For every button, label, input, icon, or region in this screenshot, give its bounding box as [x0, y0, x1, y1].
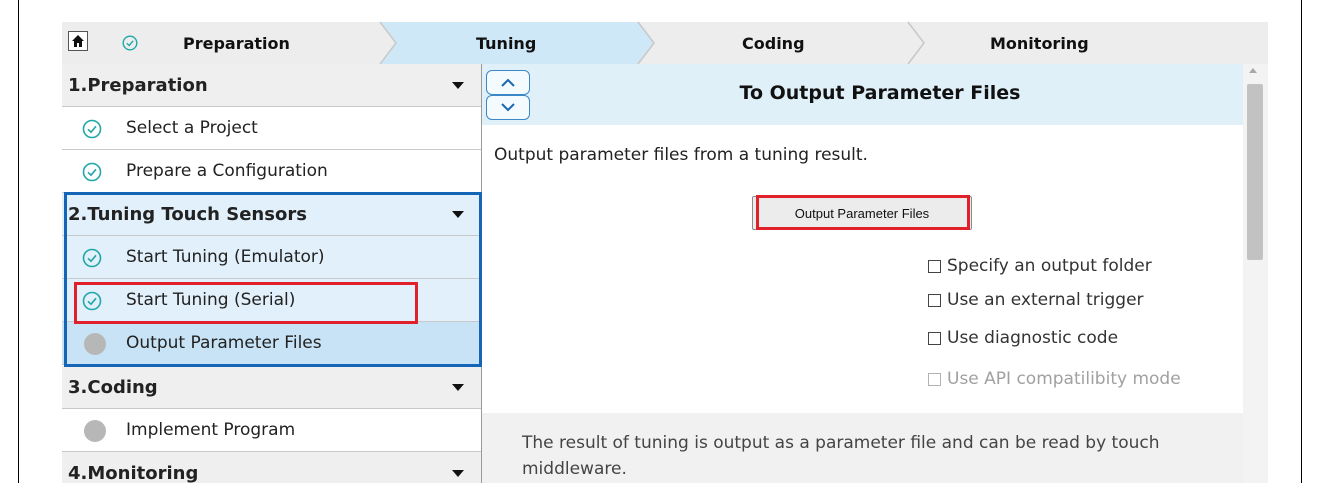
- nav-item-start-tuning-serial[interactable]: Start Tuning (Serial): [62, 279, 481, 322]
- checkbox[interactable]: [928, 259, 941, 273]
- check-circle-icon: [122, 35, 138, 51]
- option-diagnostic-code[interactable]: Use diagnostic code: [928, 328, 1118, 348]
- nav-item-implement-program[interactable]: Implement Program: [62, 409, 481, 452]
- nav-section-title: 1.Preparation: [68, 74, 208, 96]
- home-button[interactable]: [68, 31, 88, 51]
- check-circle-icon: [82, 119, 102, 139]
- caret-down-icon: [452, 384, 464, 391]
- option-label: Use diagnostic code: [947, 328, 1119, 348]
- option-api-compatibility-mode: Use API compatilibity mode: [928, 369, 1181, 389]
- caret-down-icon: [452, 82, 464, 89]
- step-monitoring[interactable]: Monitoring: [990, 34, 1089, 53]
- nav-item-output-parameter-files[interactable]: Output Parameter Files: [62, 322, 481, 365]
- nav-item-label: Output Parameter Files: [126, 333, 322, 353]
- workflow-nav: 1.Preparation Select a Project Prepare a…: [62, 64, 482, 483]
- step-coding[interactable]: Coding: [742, 34, 805, 53]
- nav-item-label: Start Tuning (Serial): [126, 290, 296, 310]
- option-label: Use an external trigger: [947, 290, 1144, 310]
- nav-section-preparation[interactable]: 1.Preparation: [62, 64, 481, 107]
- nav-item-select-project[interactable]: Select a Project: [62, 107, 481, 150]
- step-preparation[interactable]: Preparation: [183, 34, 290, 53]
- nav-section-title: 2.Tuning Touch Sensors: [68, 203, 307, 225]
- page-title: To Output Parameter Files: [739, 82, 1021, 104]
- checkbox: [928, 372, 941, 386]
- caret-down-icon: [452, 470, 464, 477]
- nav-section-title: 3.Coding: [68, 376, 158, 398]
- nav-item-label: Select a Project: [126, 118, 258, 138]
- check-circle-icon: [82, 291, 102, 311]
- option-specify-output-folder[interactable]: Specify an output folder: [928, 256, 1152, 276]
- caret-down-icon: [452, 211, 464, 218]
- nav-section-tuning[interactable]: 2.Tuning Touch Sensors: [62, 193, 481, 236]
- home-icon: [72, 35, 84, 47]
- note-text: The result of tuning is output as a para…: [522, 433, 1160, 479]
- scrollbar-thumb[interactable]: [1247, 84, 1263, 260]
- check-circle-icon: [82, 248, 102, 268]
- nav-item-prepare-configuration[interactable]: Prepare a Configuration: [62, 150, 481, 193]
- checkbox[interactable]: [928, 331, 941, 345]
- description-text: Output parameter files from a tuning res…: [494, 145, 868, 165]
- output-parameter-files-button[interactable]: Output Parameter Files: [752, 196, 972, 230]
- checkbox[interactable]: [928, 293, 941, 307]
- nav-section-monitoring[interactable]: 4.Monitoring: [62, 452, 481, 483]
- status-dot-icon: [84, 420, 106, 442]
- nav-section-title: 4.Monitoring: [68, 462, 199, 483]
- check-circle-icon: [82, 162, 102, 182]
- nav-item-label: Prepare a Configuration: [126, 161, 328, 181]
- step-tuning[interactable]: Tuning: [476, 34, 536, 53]
- nav-item-start-tuning-emulator[interactable]: Start Tuning (Emulator): [62, 236, 481, 279]
- status-dot-icon: [84, 333, 106, 355]
- option-external-trigger[interactable]: Use an external trigger: [928, 290, 1144, 310]
- option-label: Use API compatilibity mode: [947, 369, 1181, 389]
- nav-section-coding[interactable]: 3.Coding: [62, 366, 481, 409]
- nav-item-label: Start Tuning (Emulator): [126, 247, 325, 267]
- option-label: Specify an output folder: [947, 256, 1152, 276]
- scroll-up-arrow-icon[interactable]: [1249, 68, 1257, 73]
- nav-item-label: Implement Program: [126, 420, 296, 440]
